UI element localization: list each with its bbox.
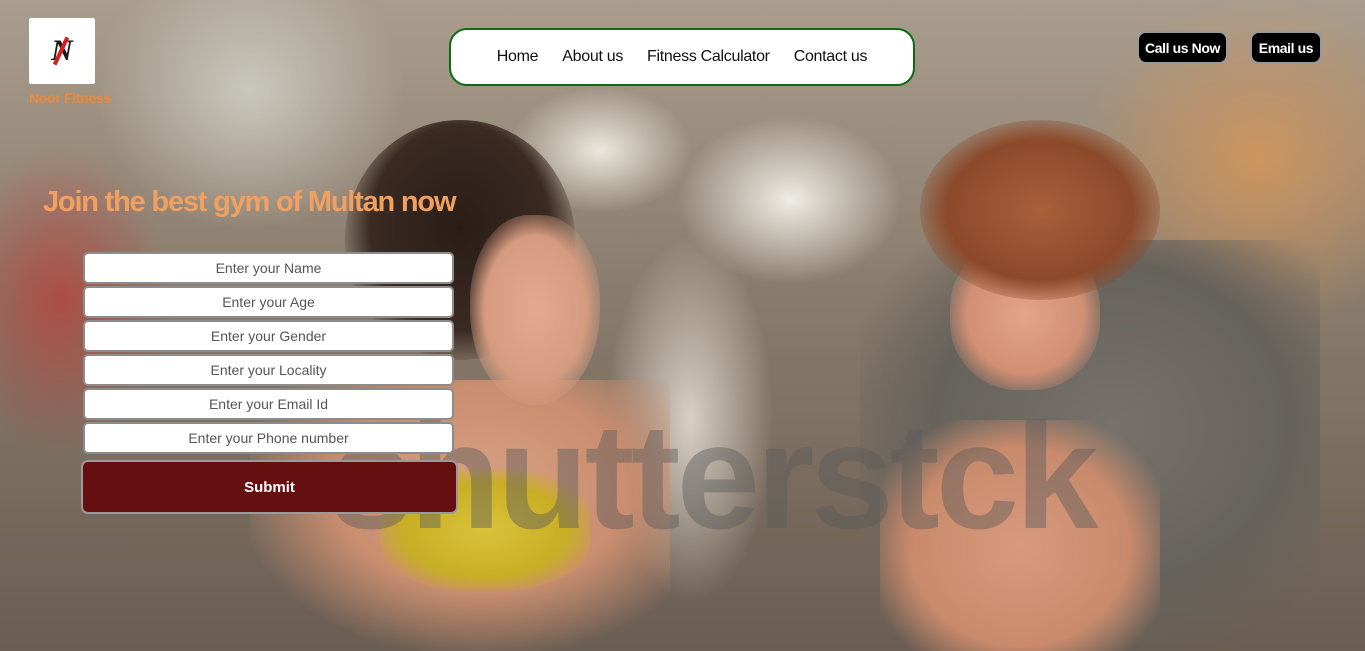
logo-mark: N xyxy=(51,34,73,68)
locality-input[interactable] xyxy=(83,354,454,386)
phone-input[interactable] xyxy=(83,422,454,454)
main-nav: Home About us Fitness Calculator Contact… xyxy=(449,28,915,86)
hero-headline: Join the best gym of Multan now xyxy=(43,186,457,218)
nav-contact-us[interactable]: Contact us xyxy=(794,48,868,66)
woman-face xyxy=(470,215,600,405)
age-input[interactable] xyxy=(83,286,454,318)
man-hair xyxy=(920,120,1160,300)
name-input[interactable] xyxy=(83,252,454,284)
nav-home[interactable]: Home xyxy=(497,48,539,66)
brand-name: Noor Fitness xyxy=(29,90,111,106)
nav-about-us[interactable]: About us xyxy=(562,48,623,66)
email-input[interactable] xyxy=(83,388,454,420)
nav-fitness-calculator[interactable]: Fitness Calculator xyxy=(647,48,770,66)
email-us-button[interactable]: Email us xyxy=(1250,31,1322,64)
call-us-button[interactable]: Call us Now xyxy=(1137,31,1228,64)
gender-input[interactable] xyxy=(83,320,454,352)
brand-logo[interactable]: N xyxy=(29,18,95,84)
submit-button[interactable]: Submit xyxy=(81,460,458,514)
